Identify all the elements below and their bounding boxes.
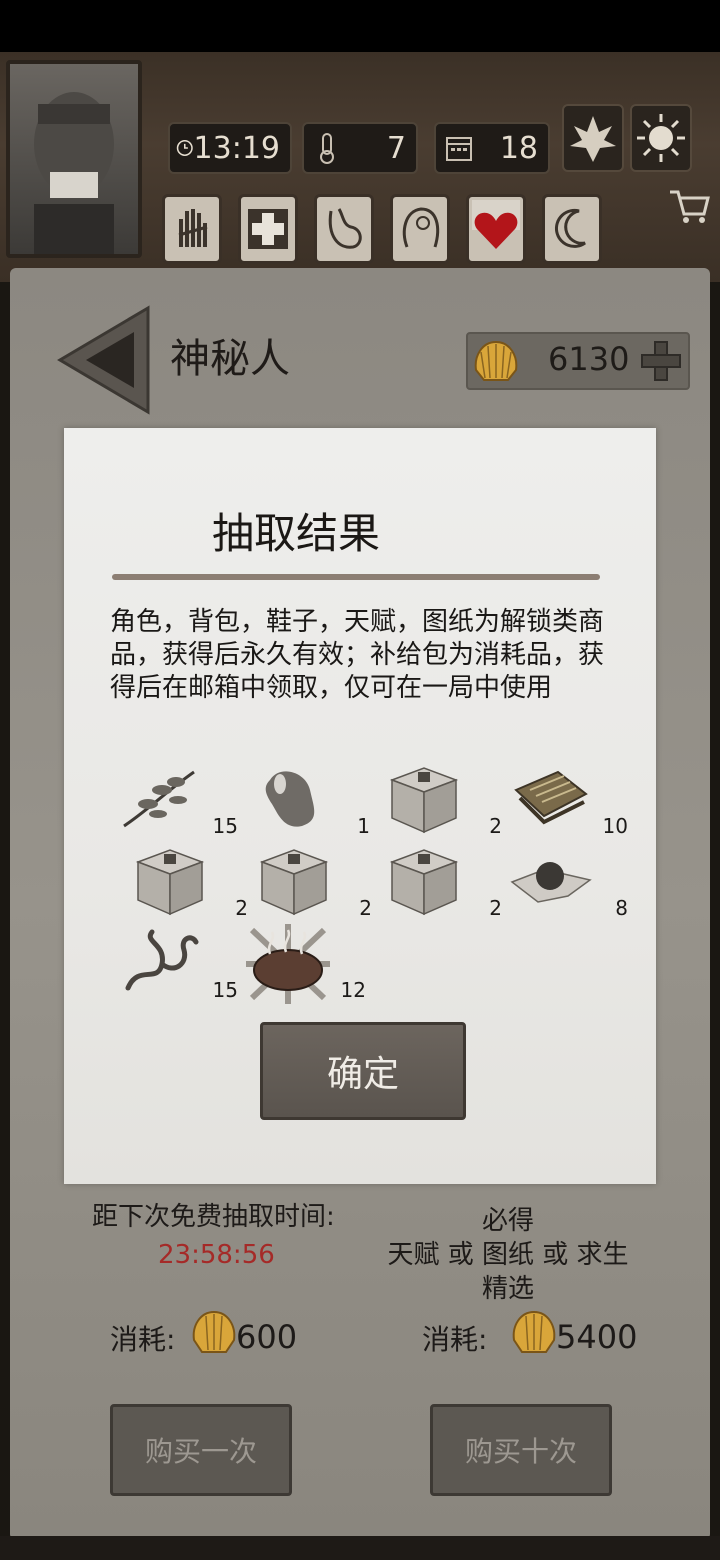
reward-item[interactable]: 15 [118, 924, 238, 1004]
stat-hunger[interactable] [314, 194, 374, 264]
day-value: 18 [499, 130, 538, 166]
item-quantity: 1 [357, 814, 370, 838]
reward-item[interactable]: 12 [246, 924, 366, 1004]
stat-injury[interactable] [162, 194, 222, 264]
add-currency-button[interactable] [640, 340, 682, 382]
shop-cart-button[interactable] [664, 180, 714, 230]
time-value: 13:19 [193, 130, 280, 166]
head-icon [402, 207, 440, 248]
ball-cloth-icon [510, 862, 592, 903]
reward-item[interactable]: 2 [128, 842, 248, 922]
box-icon [389, 849, 459, 916]
currency-display: 6130 [466, 332, 690, 390]
item-quantity: 10 [602, 814, 628, 838]
item-quantity: 2 [489, 814, 502, 838]
worm-icon [125, 929, 199, 991]
face-icon [34, 92, 114, 254]
box-icon [259, 849, 329, 916]
buy-ten-button[interactable]: 购买十次 [430, 1404, 612, 1496]
day-display: 18 [434, 122, 550, 174]
book-icon [514, 770, 588, 825]
reward-item[interactable]: 8 [508, 842, 628, 922]
item-quantity: 2 [359, 896, 372, 920]
item-quantity: 2 [489, 896, 502, 920]
clock-icon [176, 140, 193, 156]
bean-icon [265, 771, 315, 827]
stat-sanity[interactable] [390, 194, 450, 264]
box-icon [389, 767, 459, 834]
item-quantity: 2 [235, 896, 248, 920]
weather-button[interactable] [630, 104, 692, 172]
temperature-display: 7 [302, 122, 418, 174]
page-title: 神秘人 [170, 336, 290, 382]
shell-coin-icon [512, 1310, 556, 1353]
buy-once-button[interactable]: 购买一次 [110, 1404, 292, 1496]
thermometer-icon [320, 133, 334, 164]
status-bar [0, 0, 720, 52]
item-quantity: 8 [615, 896, 628, 920]
cost-label-ten: 消耗: [422, 1323, 488, 1356]
back-button[interactable] [56, 300, 156, 420]
dialog-description: 角色，背包，鞋子，天赋，图纸为解锁类商品，获得后永久有效；补给包为消耗品，获得后… [110, 607, 605, 703]
cost-ten-value: 5400 [556, 1318, 638, 1356]
temperature-value: 7 [386, 130, 406, 166]
reward-item[interactable]: 2 [382, 760, 502, 840]
coin-amount: 6130 [548, 340, 630, 378]
item-quantity: 15 [212, 814, 238, 838]
plus-cross-icon [248, 209, 288, 249]
item-quantity: 15 [212, 978, 238, 1002]
time-display: 13:19 [168, 122, 292, 174]
shell-coin-icon [192, 1310, 236, 1353]
reward-item[interactable]: 2 [252, 842, 372, 922]
cart-icon [670, 190, 710, 223]
character-portrait[interactable] [6, 60, 142, 258]
cost-single-value: 600 [236, 1318, 298, 1356]
stat-health[interactable] [238, 194, 298, 264]
stat-heart[interactable] [466, 194, 526, 264]
reward-item[interactable]: 15 [118, 760, 238, 840]
title-divider [112, 574, 600, 580]
back-arrow-icon [57, 305, 150, 415]
guarantee-line-2: 天赋 或 图纸 或 求生精选 [387, 1240, 629, 1304]
calendar-icon [446, 137, 472, 161]
shell-coin-icon [474, 340, 518, 381]
item-quantity: 12 [340, 978, 366, 1002]
sun-icon [637, 114, 685, 162]
reward-item[interactable]: 2 [382, 842, 502, 922]
guarantee-info: 必得 天赋 或 图纸 或 求生精选 [378, 1204, 638, 1306]
cost-label-single: 消耗: [110, 1323, 176, 1356]
bottom-edge [0, 1536, 720, 1560]
bandage-hand-icon [178, 209, 208, 247]
confirm-button[interactable]: 确定 [260, 1022, 466, 1120]
moon-icon [555, 208, 586, 248]
box-icon [135, 849, 205, 916]
free-draw-timer: 23:58:56 [158, 1240, 275, 1270]
stat-sleep[interactable] [542, 194, 602, 264]
season-button[interactable] [562, 104, 624, 172]
guarantee-line-1: 必得 [481, 1206, 534, 1236]
steak-icon [246, 924, 330, 1004]
reward-item[interactable]: 10 [508, 760, 628, 840]
leaf-icon [570, 116, 616, 162]
dialog-title: 抽取结果 [211, 509, 380, 558]
reward-item[interactable]: 1 [250, 760, 370, 840]
free-draw-label: 距下次免费抽取时间: [92, 1202, 335, 1232]
stomach-icon [328, 208, 362, 249]
herb-branch-icon [123, 770, 195, 828]
heart-icon [472, 200, 520, 249]
